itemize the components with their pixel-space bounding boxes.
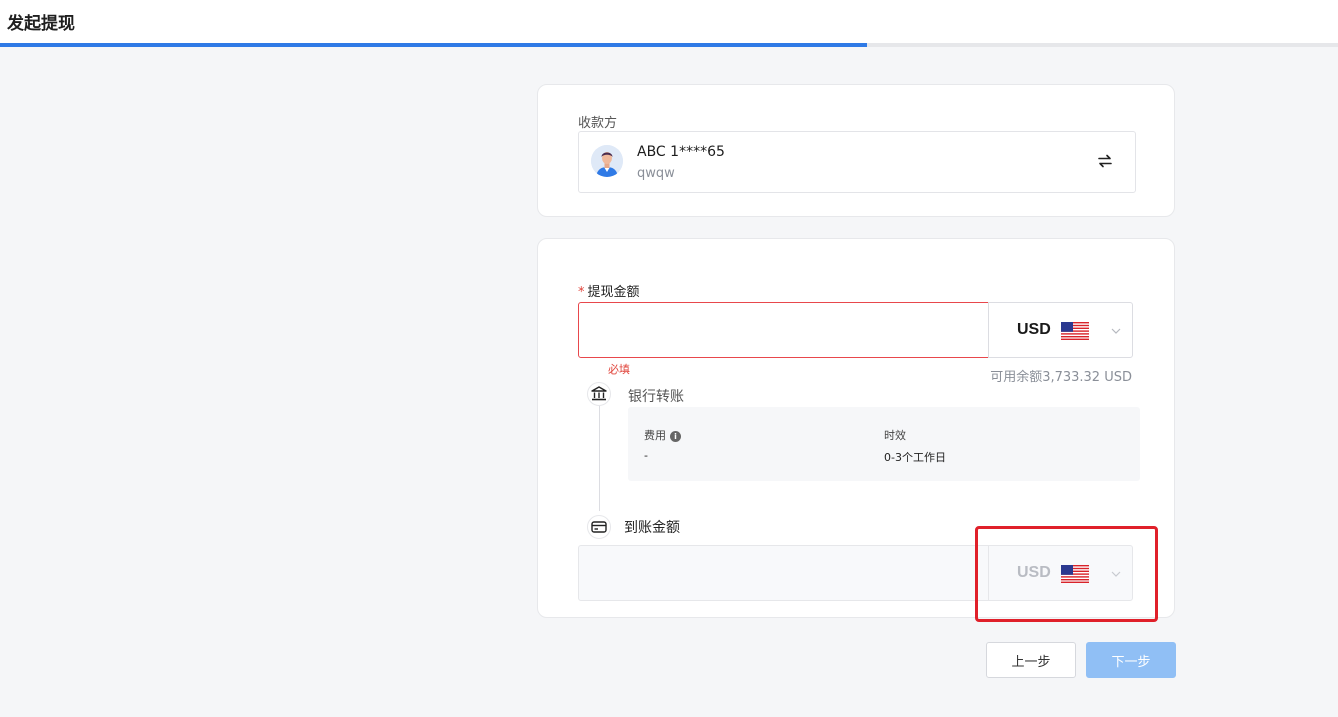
fee-label-text: 费用: [644, 429, 666, 442]
currency-code: USD: [1017, 321, 1051, 338]
info-icon[interactable]: i: [670, 431, 681, 442]
payee-subtitle: qwqw: [637, 166, 675, 181]
time-value: 0-3个工作日: [884, 451, 946, 464]
progress-bar-fill: [0, 43, 868, 47]
bank-icon: [587, 382, 611, 406]
payee-name: ABC 1****65: [637, 144, 725, 160]
timeline-line: [599, 399, 600, 511]
avatar: [591, 145, 623, 177]
page-title: 发起提现: [7, 14, 75, 34]
amount-label: * 提现金额: [578, 281, 640, 300]
card-icon: [587, 515, 611, 539]
us-flag-icon: [1061, 322, 1089, 340]
payee-card: 收款方 ABC 1****65 qwqw: [537, 84, 1175, 217]
page-header: 发起提现: [0, 0, 1338, 46]
transfer-info: 费用 i - 时效 0-3个工作日: [628, 407, 1140, 481]
chevron-down-icon: [1111, 571, 1121, 577]
arrival-currency-code: USD: [1017, 564, 1051, 581]
previous-button[interactable]: 上一步: [986, 642, 1076, 678]
payee-label: 收款方: [578, 116, 618, 131]
arrival-amount-label: 到账金额: [624, 520, 680, 536]
chevron-down-icon: [1111, 328, 1121, 334]
progress-bar: [0, 43, 1338, 47]
available-balance: 可用余额3,733.32 USD: [990, 370, 1132, 385]
amount-label-text: 提现金额: [587, 285, 640, 300]
arrival-currency-select: USD: [988, 545, 1133, 601]
required-mark: *: [578, 285, 585, 300]
us-flag-icon: [1061, 565, 1089, 583]
swap-icon[interactable]: [1097, 153, 1113, 169]
amount-input[interactable]: [578, 302, 989, 358]
payee-selector[interactable]: ABC 1****65 qwqw: [578, 131, 1136, 193]
arrival-amount-field: [578, 545, 989, 601]
fee-label: 费用 i: [644, 427, 681, 443]
fee-value: -: [644, 449, 648, 462]
currency-select[interactable]: USD: [988, 302, 1133, 358]
amount-error: 必填: [608, 363, 630, 376]
time-label: 时效: [884, 429, 906, 442]
next-button[interactable]: 下一步: [1086, 642, 1176, 678]
transfer-method-label: 银行转账: [628, 389, 684, 405]
amount-card: * 提现金额 USD 必填 可用余额3,733.32 USD 银行转账 费用 i…: [537, 238, 1175, 618]
